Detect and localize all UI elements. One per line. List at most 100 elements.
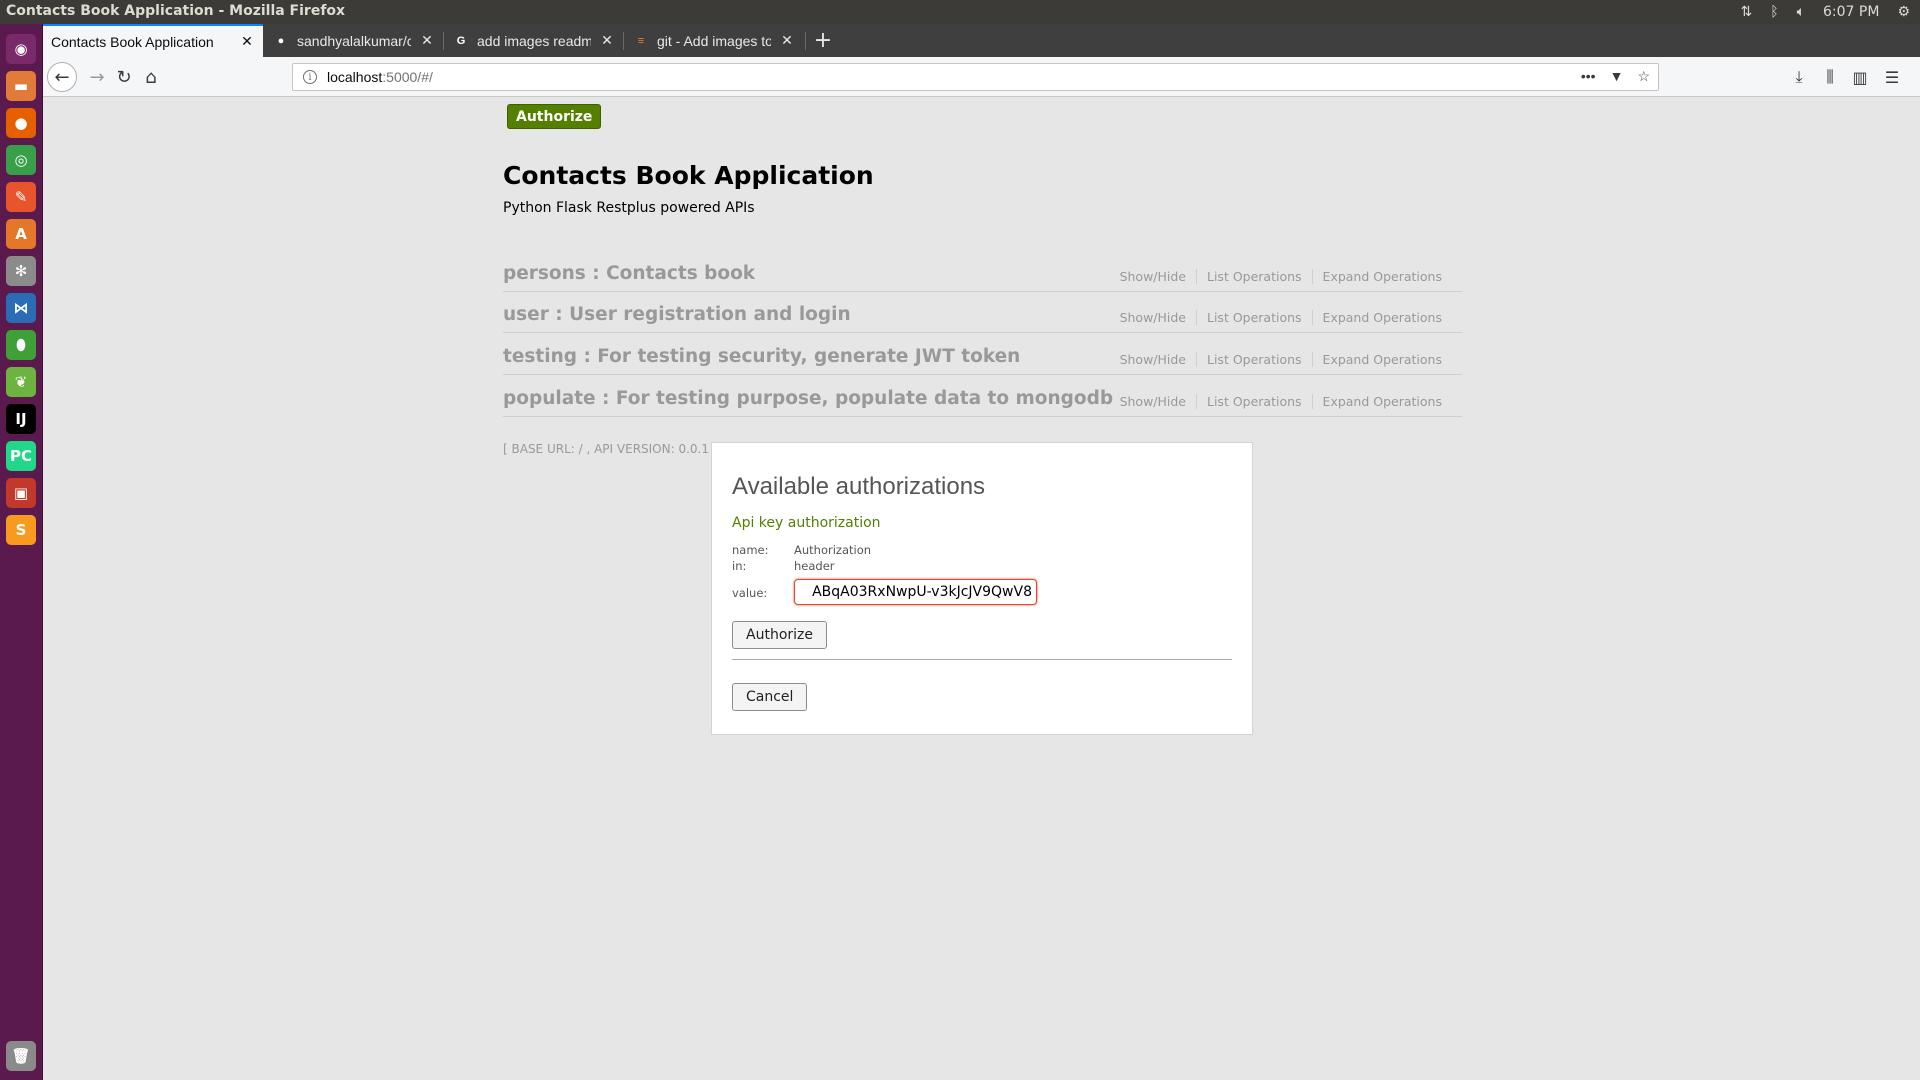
in-value: header (794, 559, 835, 573)
tab-label: add images readme.md (477, 32, 591, 49)
page-description: Python Flask Restplus powered APIs (503, 200, 755, 216)
terminal-red-icon[interactable]: ▣ (6, 478, 36, 508)
bluetooth-icon[interactable]: ᛒ (1770, 4, 1778, 20)
compass-icon[interactable]: ✎ (6, 182, 36, 212)
base-url-info: [ BASE URL: / , API VERSION: 0.0.1 (503, 442, 709, 456)
modal-divider (732, 659, 1232, 660)
resource-ops: Show/Hide List Operations Expand Operati… (1110, 394, 1452, 409)
close-icon[interactable]: ✕ (779, 32, 795, 49)
tab-github[interactable]: ● sandhyalalkumar/conta ✕ (265, 24, 443, 57)
new-tab-button[interactable]: + (809, 24, 837, 57)
intellij-icon[interactable]: IJ (6, 404, 36, 434)
back-button[interactable]: ← (47, 62, 77, 92)
tab-separator (623, 32, 624, 50)
page-actions-icon[interactable]: ••• (1581, 68, 1596, 85)
files-icon[interactable]: ▬ (6, 71, 36, 101)
mongodb-compass-icon[interactable]: ⬮ (6, 330, 36, 360)
power-gear-icon[interactable]: ⚙ (1897, 4, 1910, 20)
authorize-button[interactable]: Authorize (507, 104, 602, 129)
system-tray: ⇅ ᛒ 🔈︎ 6:07 PM ⚙ (1740, 0, 1920, 24)
sublime-icon[interactable]: S (6, 515, 36, 545)
settings-icon[interactable]: ✻ (6, 256, 36, 286)
forward-button[interactable]: → (83, 63, 111, 91)
tab-label: sandhyalalkumar/conta (297, 32, 411, 49)
value-label: value: (732, 586, 768, 600)
tab-google[interactable]: G add images readme.md ✕ (445, 24, 623, 57)
list-operations-link[interactable]: List Operations (1196, 394, 1312, 409)
show-hide-link[interactable]: Show/Hide (1110, 352, 1196, 367)
list-operations-link[interactable]: List Operations (1196, 269, 1312, 284)
firefox-icon[interactable]: ● (6, 108, 36, 138)
resource-name[interactable]: testing : For testing security, generate… (503, 346, 1020, 367)
pycharm-icon[interactable]: PC (6, 441, 36, 471)
resource-name[interactable]: persons : Contacts book (503, 263, 755, 284)
expand-operations-link[interactable]: Expand Operations (1311, 352, 1452, 367)
show-hide-link[interactable]: Show/Hide (1110, 310, 1196, 325)
list-operations-link[interactable]: List Operations (1196, 310, 1312, 325)
url-host: localhost (327, 69, 383, 85)
software-center-icon[interactable]: A (6, 219, 36, 249)
resource-persons: persons : Contacts book Show/Hide List O… (503, 257, 1462, 292)
name-value: Authorization (794, 543, 872, 557)
list-operations-link[interactable]: List Operations (1196, 352, 1312, 367)
clock[interactable]: 6:07 PM (1823, 4, 1879, 20)
modal-authorize-button[interactable]: Authorize (732, 621, 827, 649)
page-content: Authorize Contacts Book Application Pyth… (43, 97, 1920, 1080)
resource-ops: Show/Hide List Operations Expand Operati… (1110, 269, 1452, 284)
resource-name[interactable]: user : User registration and login (503, 304, 851, 325)
url-path: :5000/#/ (382, 69, 433, 85)
url-bar[interactable]: i localhost:5000/#/ ••• ▼ ☆ (292, 63, 1659, 91)
tab-stackoverflow[interactable]: ≡ git - Add images to REA ✕ (625, 24, 803, 57)
api-key-value-input[interactable]: ABqA03RxNwpU-v3kJcJV9QwV8 (794, 579, 1037, 605)
launcher: ◉ ▬ ● ◎ ✎ A ✻ ⋈ ⬮ ❦ IJ PC ▣ S 🗑︎ (0, 24, 43, 1080)
resource-testing: testing : For testing security, generate… (503, 340, 1462, 375)
library-icon[interactable]: ⫼ (1819, 66, 1841, 88)
bookmark-star-icon[interactable]: ☆ (1637, 68, 1650, 85)
resource-name[interactable]: populate : For testing purpose, populate… (503, 388, 1113, 409)
github-icon: ● (277, 34, 285, 47)
resource-user: user : User registration and login Show/… (503, 298, 1462, 333)
tab-contacts-book[interactable]: Contacts Book Application ✕ (43, 24, 263, 57)
resource-ops: Show/Hide List Operations Expand Operati… (1110, 310, 1452, 325)
stackoverflow-icon: ≡ (637, 34, 645, 47)
modal-cancel-button[interactable]: Cancel (732, 683, 808, 711)
spring-tool-icon[interactable]: ❦ (6, 367, 36, 397)
vscode-icon[interactable]: ⋈ (6, 293, 36, 323)
resource-populate: populate : For testing purpose, populate… (503, 382, 1462, 417)
chrome-icon[interactable]: ◎ (6, 145, 36, 175)
network-updown-icon[interactable]: ⇅ (1740, 4, 1752, 20)
info-icon[interactable]: i (303, 70, 317, 84)
api-key-section-title: Api key authorization (732, 515, 881, 531)
sidebar-icon[interactable]: ▥ (1849, 66, 1871, 88)
show-hide-link[interactable]: Show/Hide (1110, 269, 1196, 284)
top-panel: Contacts Book Application - Mozilla Fire… (0, 0, 1920, 24)
close-icon[interactable]: ✕ (599, 32, 615, 49)
tab-separator (443, 32, 444, 50)
tab-separator (805, 32, 806, 50)
reload-button[interactable]: ↻ (110, 63, 138, 91)
window-title: Contacts Book Application - Mozilla Fire… (6, 3, 346, 19)
url-bar-actions: ••• ▼ ☆ (1581, 68, 1650, 85)
modal-title: Available authorizations (732, 473, 986, 500)
resource-ops: Show/Hide List Operations Expand Operati… (1110, 352, 1452, 367)
name-label: name: (732, 543, 769, 557)
ubuntu-dash-icon[interactable]: ◉ (6, 34, 36, 64)
nav-bar: ← → ↻ ⌂ i localhost:5000/#/ ••• ▼ ☆ ⤓ ⫼ … (43, 57, 1920, 97)
home-button[interactable]: ⌂ (137, 63, 165, 91)
auth-modal: Available authorizations Api key authori… (711, 442, 1253, 735)
close-icon[interactable]: ✕ (239, 33, 255, 50)
page-title: Contacts Book Application (503, 161, 874, 190)
pocket-icon[interactable]: ▼ (1610, 68, 1624, 85)
trash-icon[interactable]: 🗑︎ (6, 1041, 36, 1071)
expand-operations-link[interactable]: Expand Operations (1311, 269, 1452, 284)
expand-operations-link[interactable]: Expand Operations (1311, 310, 1452, 325)
tab-label: Contacts Book Application (51, 33, 214, 50)
menu-icon[interactable]: ☰ (1881, 66, 1903, 88)
in-label: in: (732, 559, 747, 573)
show-hide-link[interactable]: Show/Hide (1110, 394, 1196, 409)
volume-icon[interactable]: 🔈︎ (1797, 4, 1805, 20)
close-icon[interactable]: ✕ (419, 32, 435, 49)
downloads-icon[interactable]: ⤓ (1788, 66, 1810, 88)
tab-strip: Contacts Book Application ✕ ● sandhyalal… (43, 24, 1920, 57)
expand-operations-link[interactable]: Expand Operations (1311, 394, 1452, 409)
